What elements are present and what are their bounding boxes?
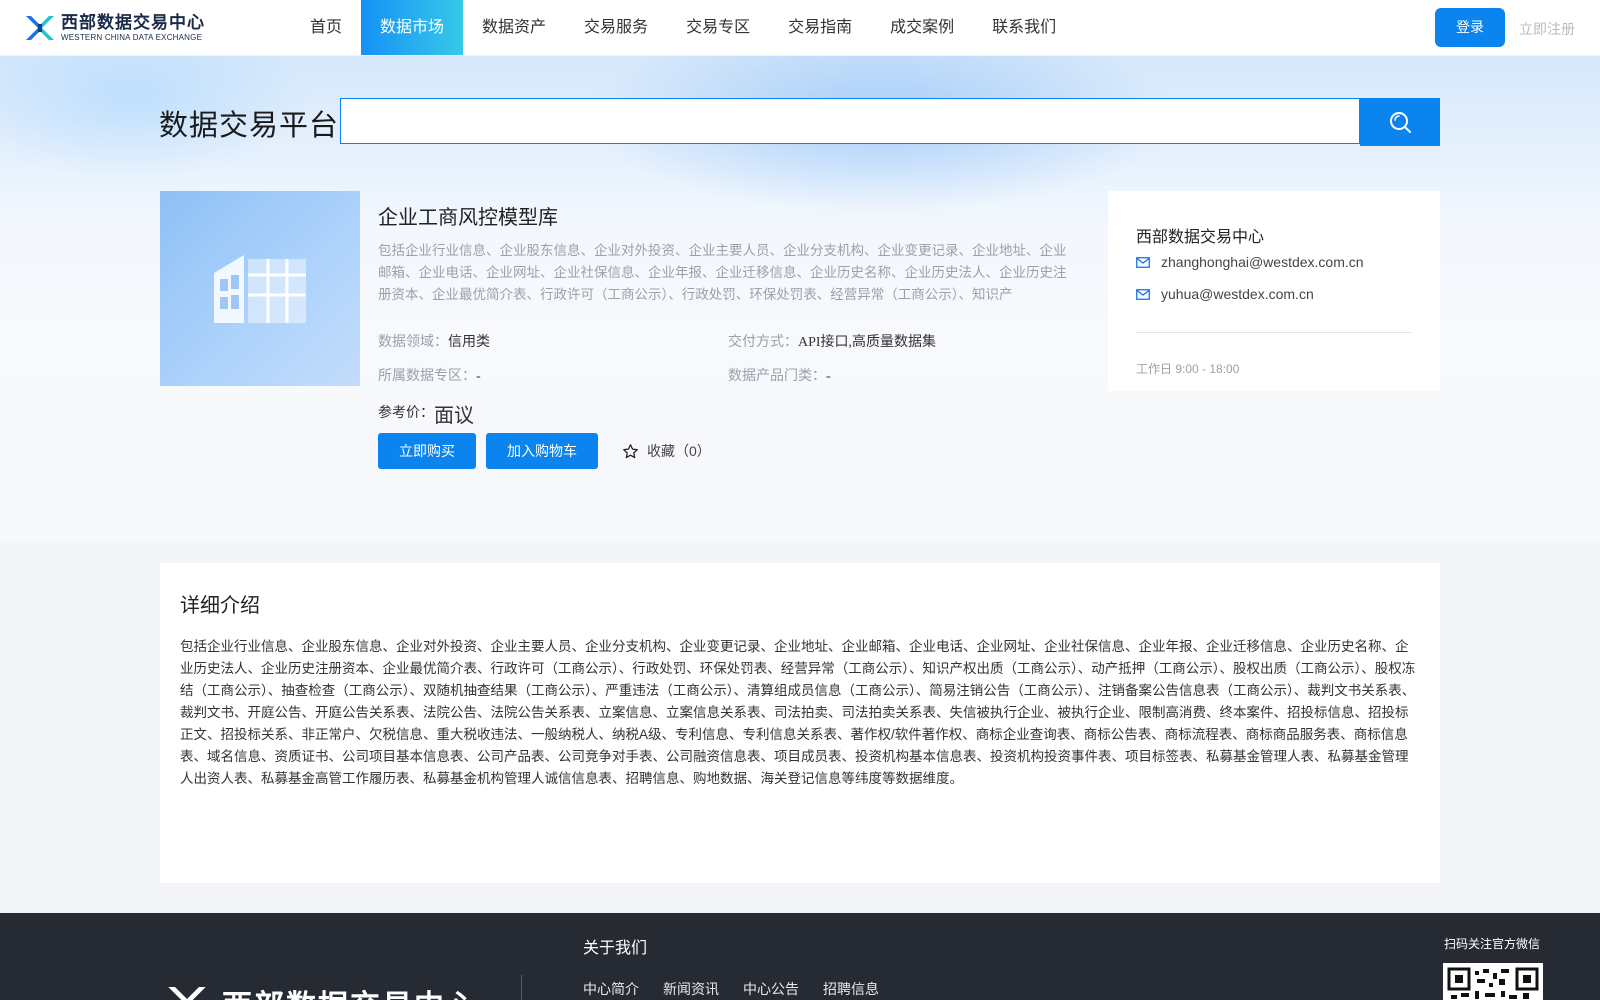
contact-email-2: yuhua@westdex.com.cn: [1136, 286, 1314, 302]
product-category: 数据产品门类：-: [728, 365, 831, 385]
detail-title: 详细介绍: [180, 595, 260, 617]
category-label: 数据产品门类：: [728, 367, 826, 383]
product-domain: 数据领域：信用类: [378, 331, 490, 351]
wechat-qr-code: [1443, 963, 1543, 1000]
login-button[interactable]: 登录: [1435, 8, 1505, 47]
delivery-label: 交付方式：: [728, 333, 798, 349]
nav-item-trade-guide[interactable]: 交易指南: [769, 0, 871, 55]
nav-item-contact-us[interactable]: 联系我们: [973, 0, 1075, 55]
category-value: -: [826, 369, 831, 384]
contact-email-1: zhanghonghai@westdex.com.cn: [1136, 254, 1364, 270]
price-label: 参考价：: [378, 404, 434, 420]
nav-item-trade-services[interactable]: 交易服务: [565, 0, 667, 55]
logo-name-en: WESTERN CHINA DATA EXCHANGE: [61, 33, 203, 42]
page-title: 数据交易平台: [159, 110, 340, 142]
nav-item-deal-cases[interactable]: 成交案例: [871, 0, 973, 55]
mail-icon: [1136, 288, 1150, 300]
footer-divider: [521, 975, 522, 1000]
site-logo[interactable]: 西部数据交易中心 WESTERN CHINA DATA EXCHANGE: [24, 13, 205, 43]
contact-title: 西部数据交易中心: [1136, 229, 1265, 246]
building-icon: [214, 254, 306, 323]
detail-text: 包括企业行业信息、企业股东信息、企业对外投资、企业主要人员、企业分支机构、企业变…: [180, 639, 1416, 786]
star-icon: [623, 443, 638, 458]
nav-item-home[interactable]: 首页: [291, 0, 361, 55]
mail-icon: [1136, 256, 1150, 268]
footer-link-notices[interactable]: 中心公告: [743, 979, 799, 999]
search-input[interactable]: [340, 98, 1360, 144]
email-text[interactable]: zhanghonghai@westdex.com.cn: [1161, 254, 1364, 270]
product-zone: 所属数据专区：-: [378, 365, 481, 385]
favorite-label: 收藏（0）: [647, 443, 711, 459]
buy-now-button[interactable]: 立即购买: [378, 433, 476, 469]
price-value: 面议: [434, 405, 474, 427]
zone-value: -: [476, 369, 481, 384]
product-delivery: 交付方式：API接口,高质量数据集: [728, 331, 936, 351]
divider: [1136, 332, 1412, 333]
footer-logo[interactable]: 西部数据交易中心: [160, 981, 478, 1000]
email-text[interactable]: yuhua@westdex.com.cn: [1161, 286, 1314, 302]
detail-section: 详细介绍 包括企业行业信息、企业股东信息、企业对外投资、企业主要人员、企业分支机…: [160, 563, 1440, 883]
footer-link-intro[interactable]: 中心简介: [583, 979, 639, 999]
working-hours: 工作日 9:00 - 18:00: [1136, 362, 1240, 376]
favorite-button[interactable]: 收藏（0）: [622, 441, 711, 461]
nav-item-data-assets[interactable]: 数据资产: [463, 0, 565, 55]
register-link[interactable]: 立即注册: [1519, 19, 1575, 39]
footer-logo-text: 西部数据交易中心: [222, 981, 478, 1000]
main-menu: 首页 数据市场 数据资产 交易服务 交易专区 交易指南 成交案例 联系我们: [291, 0, 1075, 55]
footer-about-title: 关于我们: [583, 940, 648, 957]
logo-name-cn: 西部数据交易中心: [61, 13, 205, 32]
domain-label: 数据领域：: [378, 333, 448, 349]
footer-link-jobs[interactable]: 招聘信息: [823, 979, 879, 999]
nav-item-trade-zone[interactable]: 交易专区: [667, 0, 769, 55]
qr-label: 扫码关注官方微信: [1444, 937, 1541, 951]
top-navbar: 西部数据交易中心 WESTERN CHINA DATA EXCHANGE 首页 …: [0, 0, 1600, 56]
product-description: 包括企业行业信息、企业股东信息、企业对外投资、企业主要人员、企业分支机构、企业变…: [378, 243, 1067, 302]
logo-mark-icon: [168, 987, 206, 1000]
search-icon: [1390, 112, 1411, 133]
contact-card: 西部数据交易中心 zhanghonghai@westdex.com.cn yuh…: [1108, 191, 1440, 391]
zone-label: 所属数据专区：: [378, 367, 476, 383]
search-button[interactable]: [1360, 98, 1440, 146]
add-to-cart-button[interactable]: 加入购物车: [486, 433, 598, 469]
product-title: 企业工商风控模型库: [378, 207, 558, 229]
footer-links: 中心简介 新闻资讯 中心公告 招聘信息: [583, 979, 903, 999]
domain-value: 信用类: [448, 335, 490, 350]
logo-mark-icon: [24, 13, 56, 43]
nav-item-data-market[interactable]: 数据市场: [361, 0, 464, 55]
delivery-value: API接口,高质量数据集: [798, 335, 937, 350]
product-image: [160, 191, 360, 386]
footer-link-news[interactable]: 新闻资讯: [663, 979, 719, 999]
footer: 西部数据交易中心 关于我们 中心简介 新闻资讯 中心公告 招聘信息 扫码关注官方…: [0, 913, 1600, 1000]
